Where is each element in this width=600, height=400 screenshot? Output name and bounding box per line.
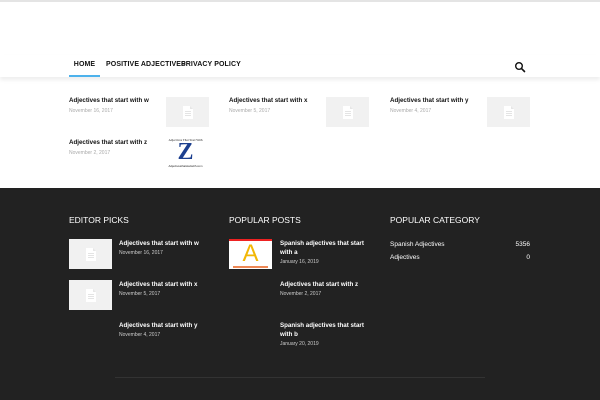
post-thumbnail[interactable] [487,97,530,127]
post-thumbnail[interactable] [326,97,369,127]
popular-post-title[interactable]: Spanish adjectives that start with b [280,321,368,339]
post-date: November 5, 2017 [229,108,271,114]
top-border [0,0,600,2]
category-item-count: 5356 [515,241,530,248]
thumbnail-bottom-bar [233,266,268,268]
editor-pick-title[interactable]: Adjectives that start with w [119,239,207,248]
post-date: November 2, 2017 [69,150,111,156]
popular-posts-heading: POPULAR POSTS [229,215,301,225]
popular-post-date: January 16, 2019 [280,259,319,265]
editor-picks-heading: EDITOR PICKS [69,215,129,225]
popular-post-date: January 20, 2019 [280,341,319,347]
page: HOME POSITIVE ADJECTIVES PRIVACY POLICY … [0,0,600,400]
post-title[interactable]: Adjectives that start with w [69,97,149,104]
post-title[interactable]: Adjectives that start with y [390,97,468,104]
editor-pick-date: November 5, 2017 [119,291,161,297]
popular-post-thumbnail-a[interactable]: A [229,239,272,269]
document-icon [342,105,353,119]
popular-post-title[interactable]: Adjectives that start with z [280,280,368,289]
editor-pick-date: November 16, 2017 [119,250,163,256]
post-date: November 16, 2017 [69,108,113,114]
post-title[interactable]: Adjectives that start with x [229,97,307,104]
popular-category-heading: POPULAR CATEGORY [390,215,480,225]
document-icon [85,288,96,302]
editor-pick-title[interactable]: Adjectives that start with x [119,280,207,289]
nav-item-home[interactable]: HOME [69,55,100,77]
document-icon [503,105,514,119]
editor-pick-thumbnail[interactable] [69,239,112,269]
post-date: November 4, 2017 [390,108,432,114]
search-icon[interactable] [514,60,526,73]
nav-item-privacy-policy[interactable]: PRIVACY POLICY [181,55,241,77]
popular-post-title[interactable]: Spanish adjectives that start with a [280,239,368,257]
editor-pick-date: November 4, 2017 [119,332,161,338]
thumbnail-letter: Z [177,139,194,165]
document-icon [182,105,193,119]
editor-pick-thumbnail[interactable] [69,280,112,310]
popular-post-date: November 2, 2017 [280,291,322,297]
thumbnail-letter: A [242,240,259,267]
post-title[interactable]: Adjectives that start with z [69,139,147,146]
footer: EDITOR PICKS POPULAR POSTS POPULAR CATEG… [0,188,600,400]
thumbnail-site: Adjectivesthatstartwith.com [168,164,203,168]
category-item-count: 0 [526,254,530,261]
post-thumbnail-z[interactable]: Adjectives That Start With Z Adjectivest… [164,138,207,168]
post-thumbnail[interactable] [166,97,209,127]
main-navigation: HOME POSITIVE ADJECTIVES PRIVACY POLICY [0,55,600,77]
category-item-name[interactable]: Adjectives [390,254,420,261]
footer-divider [115,377,485,378]
document-icon [85,247,96,261]
category-item-name[interactable]: Spanish Adjectives [390,241,445,248]
editor-pick-title[interactable]: Adjectives that start with y [119,321,207,330]
nav-item-positive-adjectives[interactable]: POSITIVE ADJECTIVES [106,55,186,77]
